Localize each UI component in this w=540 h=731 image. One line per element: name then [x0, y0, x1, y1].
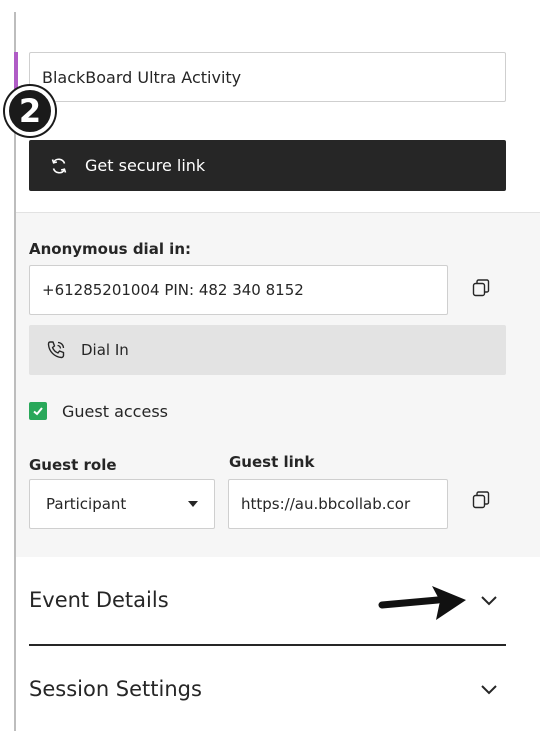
guest-role-value: Participant — [46, 495, 127, 513]
guest-role-heading: Guest role — [29, 456, 117, 474]
activity-title-input[interactable] — [29, 52, 506, 102]
phone-icon — [47, 341, 65, 359]
section-divider — [29, 644, 506, 646]
guest-access-checkbox[interactable] — [29, 402, 47, 420]
guest-link-field[interactable]: https://au.bbcollab.cor — [228, 479, 448, 529]
guest-access-label: Guest access — [62, 402, 168, 421]
anonymous-dial-in-heading: Anonymous dial in: — [29, 240, 191, 258]
dial-in-number-value: +61285201004 PIN: 482 340 8152 — [42, 281, 304, 299]
copy-guest-link-icon[interactable] — [471, 490, 491, 510]
guest-role-select[interactable]: Participant — [29, 479, 215, 529]
chevron-down-icon[interactable] — [480, 595, 498, 607]
dial-in-button-label: Dial In — [81, 341, 129, 359]
dial-in-button[interactable]: Dial In — [29, 325, 506, 375]
session-settings-header[interactable]: Session Settings — [29, 677, 202, 701]
get-secure-link-label: Get secure link — [85, 156, 206, 175]
guest-link-value: https://au.bbcollab.cor — [241, 495, 411, 513]
chevron-down-icon[interactable] — [480, 684, 498, 696]
copy-icon[interactable] — [471, 278, 491, 298]
dropdown-arrow-icon — [188, 501, 198, 507]
event-details-header[interactable]: Event Details — [29, 588, 169, 612]
step-number-badge: 2 — [5, 86, 55, 136]
dial-in-number-field[interactable]: +61285201004 PIN: 482 340 8152 — [29, 265, 448, 315]
refresh-icon — [51, 157, 67, 174]
pointer-arrow-icon — [378, 586, 466, 620]
get-secure-link-button[interactable]: Get secure link — [29, 140, 506, 191]
guest-link-heading: Guest link — [229, 453, 315, 471]
checkmark-icon — [33, 407, 43, 416]
